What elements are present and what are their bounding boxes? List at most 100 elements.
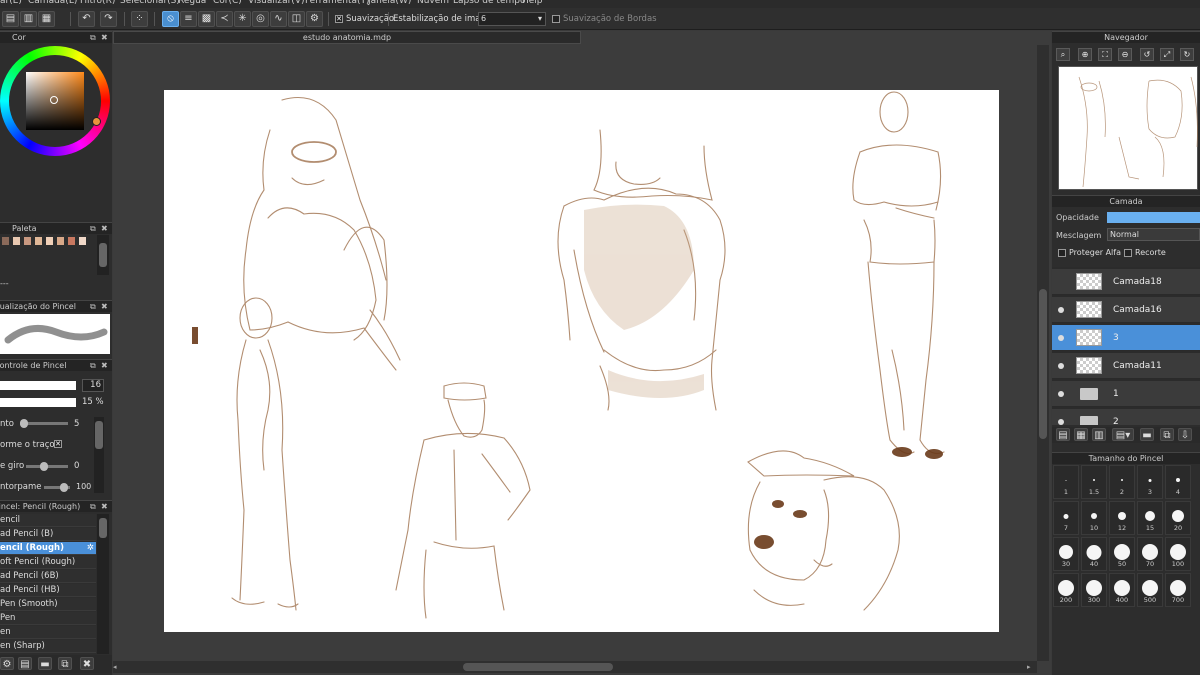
brush-size-preset[interactable]: 2 xyxy=(1109,465,1135,499)
close-icon[interactable]: ✖ xyxy=(101,32,108,43)
scroll-right-arrow[interactable]: ▸ xyxy=(1027,663,1031,671)
reset-view-icon[interactable]: ⤢ xyxy=(1160,48,1174,61)
brush-list-item[interactable]: en (Sharp) xyxy=(0,640,96,653)
brush-size-preset[interactable]: 400 xyxy=(1109,573,1135,607)
brush-size-preset[interactable]: 700 xyxy=(1165,573,1191,607)
color-wheel[interactable] xyxy=(0,46,110,156)
layer-row[interactable]: 2 xyxy=(1052,409,1200,425)
brush-size-preset[interactable]: 15 xyxy=(1137,501,1163,535)
zoom-out-icon[interactable]: ⊖ xyxy=(1118,48,1132,61)
brush-list-item[interactable]: ad Pencil (HB) xyxy=(0,584,96,597)
brush-size-preset[interactable]: 7 xyxy=(1053,501,1079,535)
brush-list-item[interactable]: Pen (Smooth) xyxy=(0,598,96,611)
layers-icon[interactable]: ▥ xyxy=(20,11,37,27)
brush-size-bar[interactable] xyxy=(0,381,76,390)
ruler-settings-icon[interactable]: ⚙ xyxy=(306,11,323,27)
brush-size-preset[interactable]: 1 xyxy=(1053,465,1079,499)
visibility-eye-icon[interactable] xyxy=(1058,307,1064,313)
zoom-in-icon[interactable]: ⊕ xyxy=(1078,48,1092,61)
brush-list-item[interactable]: encil xyxy=(0,514,96,527)
new-layer-dropdown-icon[interactable]: ▤▾ xyxy=(1112,428,1134,441)
opacity-bar[interactable] xyxy=(1107,212,1200,223)
visibility-eye-icon[interactable] xyxy=(1058,391,1064,397)
duplicate-icon[interactable]: ⧉ xyxy=(58,657,72,670)
brush-size-preset[interactable]: 500 xyxy=(1137,573,1163,607)
brush-settings-icon[interactable]: ✲ xyxy=(87,542,94,554)
menu-item[interactable]: Janela(W) xyxy=(368,0,411,6)
estabilizacao-select[interactable]: 6 ▾ xyxy=(478,12,546,26)
menu-item[interactable]: Nuvem xyxy=(417,0,449,6)
concentric-ruler-icon[interactable]: ◎ xyxy=(252,11,269,27)
brush-row-3-slider[interactable] xyxy=(20,419,68,428)
menu-item[interactable]: Visualizar(V) xyxy=(248,0,305,6)
menu-item[interactable]: Ferramenta(T) xyxy=(305,0,370,6)
new-folder-icon[interactable]: ▬ xyxy=(1140,428,1154,441)
menu-item[interactable]: Camada(L) xyxy=(28,0,77,6)
brush-settings-icon[interactable]: ⚙ xyxy=(0,657,14,670)
palette-swatch[interactable] xyxy=(13,237,20,245)
brush-size-preset[interactable]: 200 xyxy=(1053,573,1079,607)
menu-item[interactable]: Cor(C) xyxy=(213,0,242,6)
suavizacao-checkbox[interactable]: ✕ xyxy=(335,15,343,23)
palette-scrollbar[interactable] xyxy=(97,235,109,275)
brush-list-item[interactable]: Pen xyxy=(0,612,96,625)
duplicate-layer-icon[interactable]: ⧉ xyxy=(1160,428,1174,441)
popout-icon[interactable]: ⧉ xyxy=(90,501,96,512)
hue-marker[interactable] xyxy=(92,117,101,126)
layer-row[interactable]: Camada11 xyxy=(1052,353,1200,379)
brush-size-preset[interactable]: 50 xyxy=(1109,537,1135,571)
palette-swatch[interactable] xyxy=(2,237,9,245)
popout-icon[interactable]: ⧉ xyxy=(90,360,96,371)
select-dots-icon[interactable]: ⁘ xyxy=(131,11,148,27)
protect-alpha-checkbox[interactable] xyxy=(1058,249,1066,257)
new-brush-icon[interactable]: ▤ xyxy=(18,657,32,670)
folder-icon[interactable]: ▬ xyxy=(38,657,52,670)
menu-item[interactable]: ar(E) xyxy=(0,0,22,6)
layer-row[interactable]: 3 xyxy=(1052,325,1200,351)
scroll-left-arrow[interactable]: ◂ xyxy=(113,663,117,671)
vertical-scrollbar[interactable] xyxy=(1037,45,1049,661)
curve-ruler-icon[interactable]: ∿ xyxy=(270,11,287,27)
parallel-ruler-icon[interactable]: ≡ xyxy=(180,11,197,27)
visibility-eye-icon[interactable] xyxy=(1058,419,1064,425)
brush-size-preset[interactable]: 30 xyxy=(1053,537,1079,571)
layout-icon[interactable]: ▦ xyxy=(38,11,55,27)
palette-swatch[interactable] xyxy=(46,237,53,245)
new-file-icon[interactable]: ▤ xyxy=(2,11,19,27)
visibility-eye-icon[interactable] xyxy=(1058,363,1064,369)
document-tab[interactable]: estudo anatomia.mdp xyxy=(113,31,581,44)
brush-size-value[interactable]: 16 xyxy=(82,379,104,392)
brush-row-5-slider[interactable] xyxy=(26,462,68,471)
brush-list-scrollbar[interactable] xyxy=(97,514,109,654)
close-icon[interactable]: ✖ xyxy=(101,360,108,371)
new-8bit-layer-icon[interactable]: ▥ xyxy=(1092,428,1106,441)
brush-size-preset[interactable]: 70 xyxy=(1137,537,1163,571)
brush-list-item[interactable]: oft Pencil (Rough) xyxy=(0,556,96,569)
brush-size-preset[interactable]: 20 xyxy=(1165,501,1191,535)
palette-swatch[interactable] xyxy=(79,237,86,245)
rotate-left-icon[interactable]: ↺ xyxy=(1140,48,1154,61)
palette-swatch[interactable] xyxy=(35,237,42,245)
new-layer-icon[interactable]: ▤ xyxy=(1056,428,1070,441)
layer-row[interactable]: Camada18 xyxy=(1052,269,1200,295)
horizontal-scrollbar[interactable] xyxy=(113,661,1037,673)
brush-size-preset[interactable]: 100 xyxy=(1165,537,1191,571)
close-icon[interactable]: ✖ xyxy=(101,301,108,312)
merge-layer-icon[interactable]: ⇩ xyxy=(1178,428,1192,441)
close-icon[interactable]: ✖ xyxy=(101,223,108,234)
fit-window-icon[interactable]: ⛶ xyxy=(1098,48,1112,61)
brush-list-item[interactable]: ad Pencil (6B) xyxy=(0,570,96,583)
brush-size-preset[interactable]: 300 xyxy=(1081,573,1107,607)
brush-size-preset[interactable]: 3 xyxy=(1137,465,1163,499)
menu-item[interactable]: Selecionar(S) xyxy=(120,0,180,6)
brush-list-item[interactable]: en xyxy=(0,626,96,639)
navigator-thumbnail[interactable] xyxy=(1058,66,1198,190)
palette-swatch[interactable] xyxy=(24,237,31,245)
brush-size-preset[interactable]: 40 xyxy=(1081,537,1107,571)
popout-icon[interactable]: ⧉ xyxy=(90,223,96,234)
zoom-fit-icon[interactable]: ⌕ xyxy=(1056,48,1070,61)
popout-icon[interactable]: ⧉ xyxy=(90,32,96,43)
layer-row[interactable]: 1 xyxy=(1052,381,1200,407)
brush-size-preset[interactable]: 10 xyxy=(1081,501,1107,535)
menu-item[interactable]: Help xyxy=(522,0,543,6)
